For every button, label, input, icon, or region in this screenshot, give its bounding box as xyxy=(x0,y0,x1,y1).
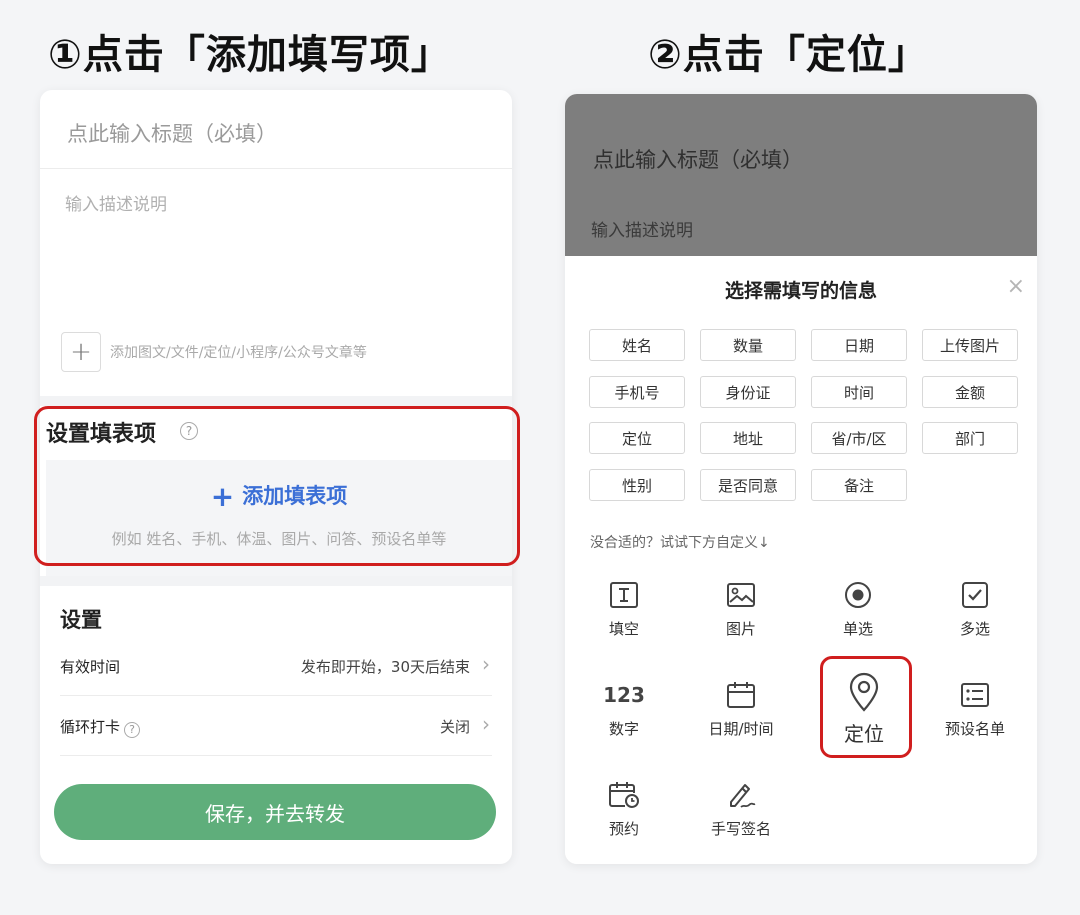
highlight-frame-location xyxy=(820,656,912,758)
save-and-share-button[interactable]: 保存，并去转发 xyxy=(54,784,496,840)
chip-amount[interactable]: 金额 xyxy=(922,376,1018,408)
description-input: 输入描述说明 xyxy=(591,221,693,241)
tool-label: 填空 xyxy=(608,620,639,638)
chip-remark[interactable]: 备注 xyxy=(811,469,907,501)
settings-title: 设置 xyxy=(60,608,102,632)
chip-phone[interactable]: 手机号 xyxy=(589,376,685,408)
tool-number[interactable]: 123 数字 xyxy=(565,678,683,748)
tool-appointment[interactable]: 预约 xyxy=(565,778,683,848)
tool-label: 手写签名 xyxy=(710,820,771,838)
chevron-right-icon: › xyxy=(482,652,490,676)
tool-label: 单选 xyxy=(842,620,873,638)
chip-time[interactable]: 时间 xyxy=(811,376,907,408)
right-form-card: 点此输入标题（必填） 输入描述说明 选择需填写的信息 × 姓名 数量 日期 上传… xyxy=(565,94,1037,864)
calendar-clock-icon xyxy=(565,778,683,812)
tool-preset-list[interactable]: 预设名单 xyxy=(916,678,1034,748)
form-header-section: 点此输入标题（必填） 输入描述说明 + 添加图文/文件/定位/小程序/公众号文章… xyxy=(40,90,512,396)
add-attachment-button[interactable]: + xyxy=(61,332,101,372)
tool-label: 数字 xyxy=(608,720,639,738)
text-field-icon xyxy=(565,578,683,612)
tool-multi-choice[interactable]: 多选 xyxy=(916,578,1034,648)
settings-row-valid-time[interactable]: 有效时间 发布即开始，30天后结束 › xyxy=(60,636,492,696)
tool-label: 图片 xyxy=(725,620,756,638)
settings-row-label: 循环打卡? xyxy=(60,716,141,738)
chip-agree[interactable]: 是否同意 xyxy=(700,469,796,501)
chip-id-card[interactable]: 身份证 xyxy=(700,376,796,408)
settings-section: 设置 有效时间 发布即开始，30天后结束 › 循环打卡? 关闭 › 保存，并去转… xyxy=(40,586,512,864)
settings-row-label-text: 循环打卡 xyxy=(60,718,121,736)
close-icon[interactable]: × xyxy=(1007,274,1025,299)
settings-row-value: 发布即开始，30天后结束 xyxy=(300,658,470,676)
add-attachment-text: 添加图文/文件/定位/小程序/公众号文章等 xyxy=(110,345,367,361)
tool-label: 日期/时间 xyxy=(708,720,774,738)
settings-row-recurring[interactable]: 循环打卡? 关闭 › xyxy=(60,696,492,756)
settings-row-value: 关闭 xyxy=(439,718,470,736)
list-icon xyxy=(916,678,1034,712)
chip-department[interactable]: 部门 xyxy=(922,422,1018,454)
tool-label: 预设名单 xyxy=(944,720,1005,738)
plus-icon: + xyxy=(70,337,92,367)
tool-label: 多选 xyxy=(959,620,990,638)
chevron-right-icon: › xyxy=(482,712,490,736)
signature-pen-icon xyxy=(682,778,800,812)
title-input: 点此输入标题（必填） xyxy=(593,148,803,172)
chip-upload-image[interactable]: 上传图片 xyxy=(922,329,1018,361)
step1-title: ①点击「添加填写项」 xyxy=(48,32,452,78)
field-picker-sheet: 选择需填写的信息 × 姓名 数量 日期 上传图片 手机号 身份证 时间 金额 定… xyxy=(565,256,1037,864)
tool-date-time[interactable]: 日期/时间 xyxy=(682,678,800,748)
chip-gender[interactable]: 性别 xyxy=(589,469,685,501)
custom-hint: 没合适的？试试下方自定义↓ xyxy=(590,535,770,551)
divider xyxy=(40,168,512,169)
chip-address[interactable]: 地址 xyxy=(700,422,796,454)
tool-image[interactable]: 图片 xyxy=(682,578,800,648)
chip-province-city-district[interactable]: 省/市/区 xyxy=(811,422,907,454)
number-glyph: 123 xyxy=(603,683,645,707)
help-icon[interactable]: ? xyxy=(124,721,141,738)
tool-fill-blank[interactable]: 填空 xyxy=(565,578,683,648)
chip-quantity[interactable]: 数量 xyxy=(700,329,796,361)
step2-title: ②点击「定位」 xyxy=(648,32,929,78)
calendar-icon xyxy=(682,678,800,712)
sheet-title: 选择需填写的信息 xyxy=(724,280,877,302)
radio-icon xyxy=(799,578,917,612)
tool-signature[interactable]: 手写签名 xyxy=(682,778,800,848)
tool-single-choice[interactable]: 单选 xyxy=(799,578,917,648)
image-icon xyxy=(682,578,800,612)
number-icon: 123 xyxy=(565,678,683,712)
title-input[interactable]: 点此输入标题（必填） xyxy=(67,118,277,148)
chip-name[interactable]: 姓名 xyxy=(589,329,685,361)
checkbox-icon xyxy=(916,578,1034,612)
settings-row-label: 有效时间 xyxy=(60,658,121,676)
highlight-frame-add-item xyxy=(34,406,520,566)
chip-location[interactable]: 定位 xyxy=(589,422,685,454)
dimmed-overlay[interactable]: 点此输入标题（必填） 输入描述说明 xyxy=(565,94,1037,256)
tool-label: 预约 xyxy=(608,820,639,838)
chip-date[interactable]: 日期 xyxy=(811,329,907,361)
description-input[interactable]: 输入描述说明 xyxy=(65,190,167,215)
